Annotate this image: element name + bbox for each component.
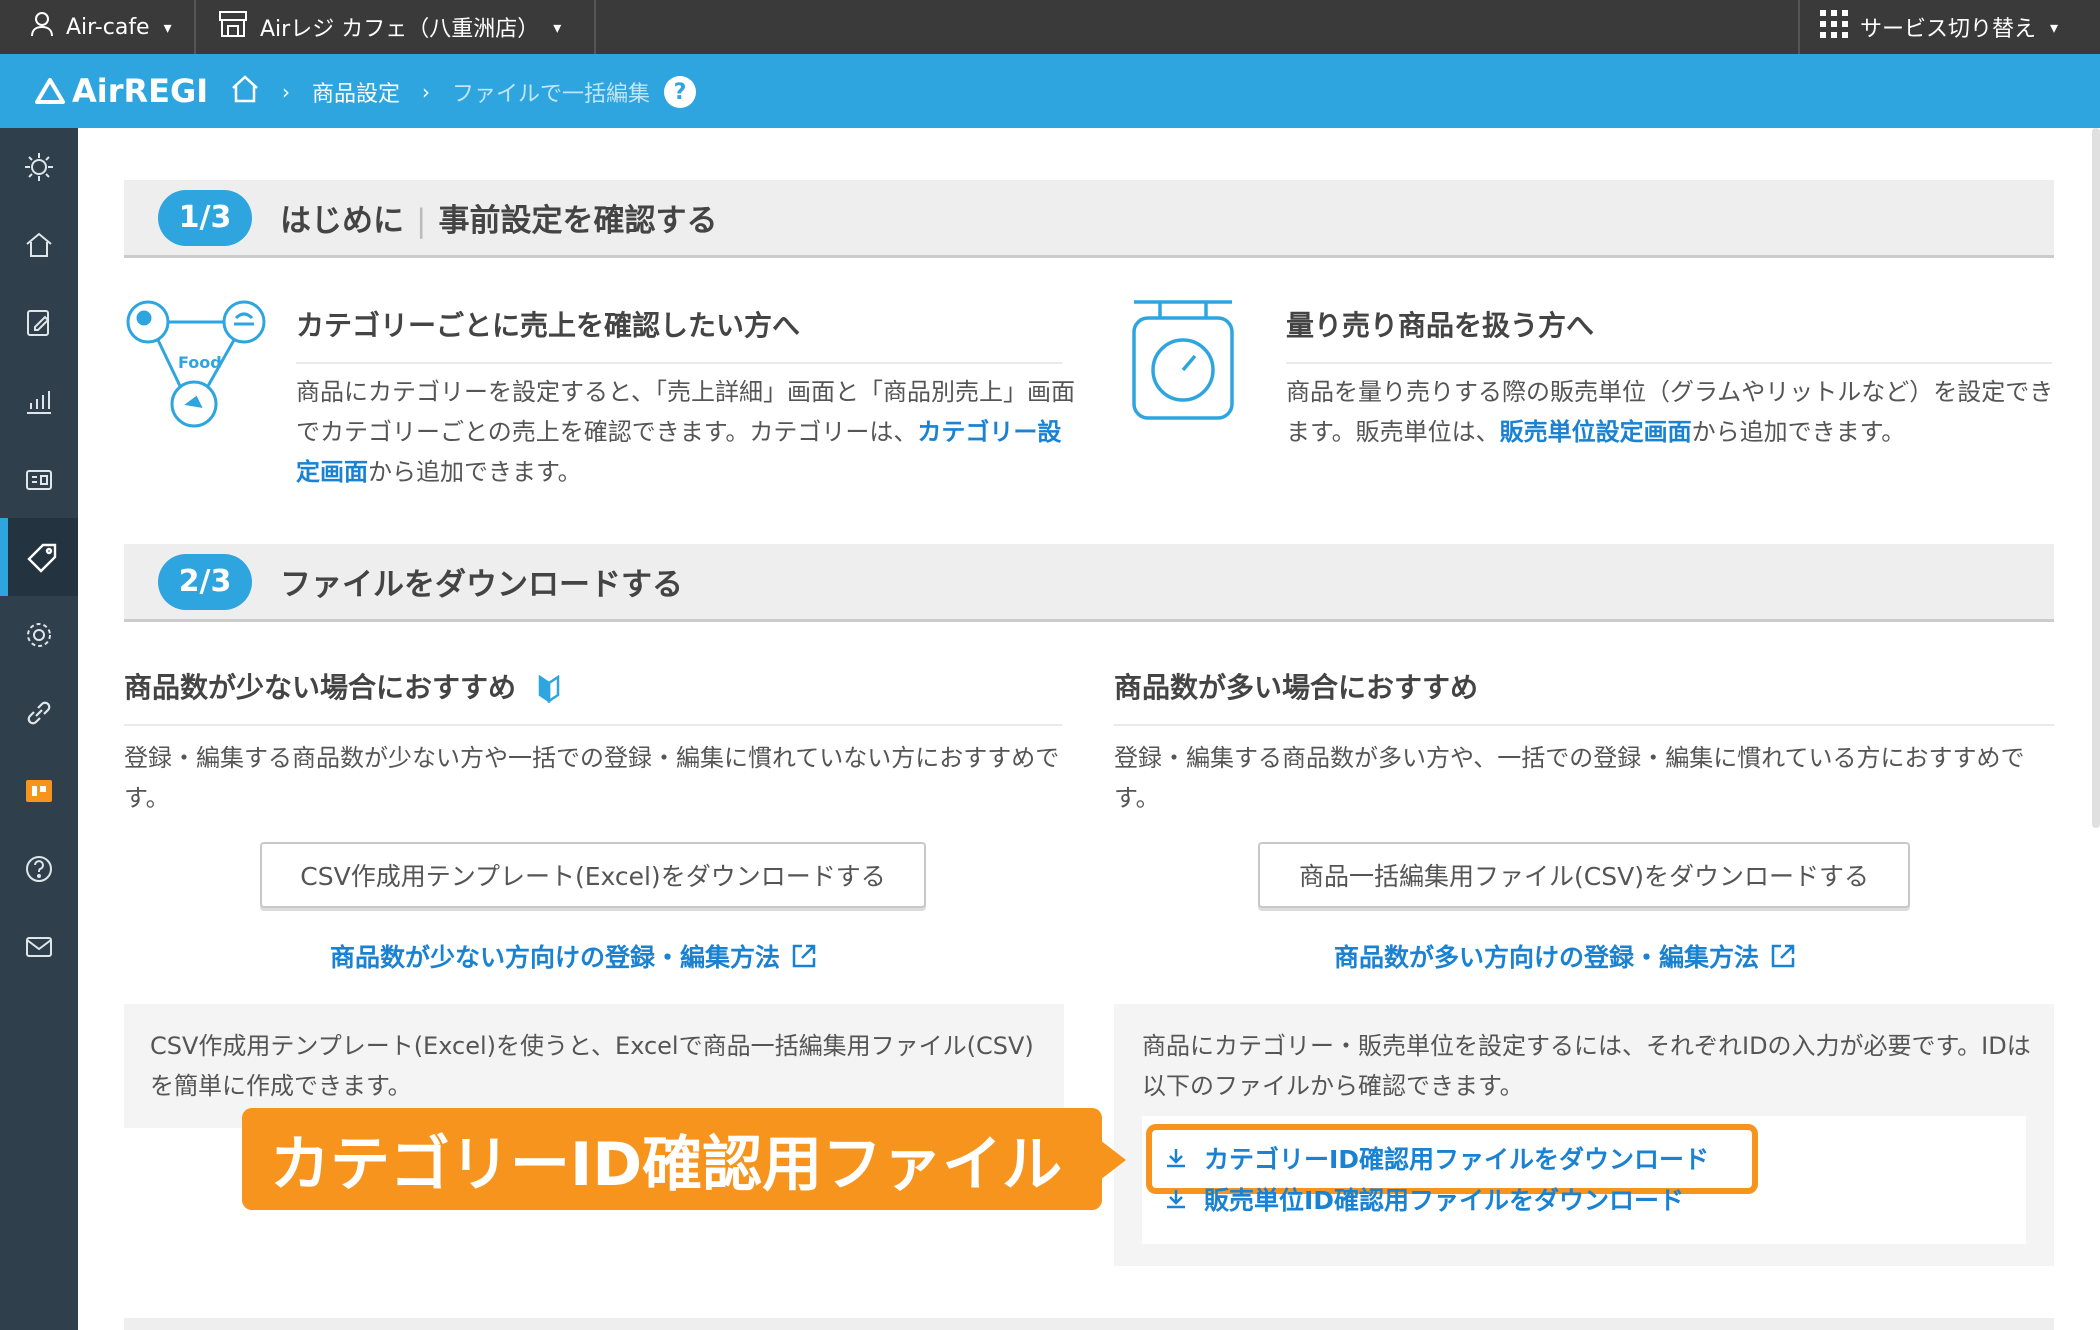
few-products-howto-link[interactable]: 商品数が少ない方向けの登録・編集方法: [330, 938, 818, 974]
many-products-description: 登録・編集する商品数が多い方や、一括での登録・編集に慣れている方におすすめです。: [1114, 744, 2025, 812]
user-icon: [30, 11, 54, 43]
section-1-header: 1/3 はじめに | 事前設定を確認する: [124, 180, 2054, 258]
chevron-right-icon: ›: [422, 80, 431, 104]
chevron-down-icon: ▾: [553, 17, 562, 37]
account-menu[interactable]: Air-cafe ▾: [0, 0, 196, 54]
weight-description: 商品を量り売りする際の販売単位（グラムやリットルなど）を設定できます。販売単位は…: [1286, 372, 2056, 452]
category-illustration: Food: [122, 298, 272, 434]
logo-text: AirREGI: [72, 72, 209, 110]
external-link-icon: [792, 944, 816, 968]
sidebar: [0, 128, 78, 1330]
sidebar-item-app[interactable]: [0, 752, 78, 830]
sidebar-item-link[interactable]: [0, 674, 78, 752]
chart-icon: [27, 391, 51, 414]
title-divider: |: [416, 203, 427, 239]
register-icon: [26, 470, 52, 490]
callout-label: カテゴリーID確認用ファイル: [242, 1108, 1102, 1210]
sidebar-item-chart[interactable]: [0, 362, 78, 440]
app-header: AirREGI › 商品設定 › ファイルで一括編集 ?: [0, 54, 2100, 128]
section-2-title: ファイルをダウンロードする: [280, 567, 683, 603]
step-badge: 2/3: [158, 553, 252, 610]
mail-icon: [26, 937, 52, 957]
airregi-logo[interactable]: AirREGI: [34, 72, 208, 110]
category-description: 商品にカテゴリーを設定すると、「売上詳細」画面と「商品別売上」画面でカテゴリーご…: [296, 372, 1076, 492]
sun-icon: [25, 153, 53, 181]
unit-id-file-link[interactable]: 販売単位ID確認用ファイルをダウンロード: [1164, 1186, 1684, 1212]
few-products-title-text: 商品数が少ない場合におすすめ: [124, 671, 517, 704]
download-csv-button[interactable]: 商品一括編集用ファイル(CSV)をダウンロードする: [1258, 842, 1910, 908]
gear-icon: [27, 623, 51, 647]
top-bar: Air-cafe ▾ Airレジ カフェ（八重洲店） ▾ サービス切り替え ▾: [0, 0, 2100, 54]
section-1-title-sub: 事前設定を確認する: [438, 203, 718, 239]
help-icon[interactable]: ?: [664, 76, 697, 108]
tag-icon: [27, 543, 57, 573]
many-products-howto-link[interactable]: 商品数が多い方向けの登録・編集方法: [1334, 938, 1797, 974]
many-products-note: 商品にカテゴリー・販売単位を設定するには、それぞれIDの入力が必要です。IDは以…: [1142, 1032, 2031, 1100]
scale-illustration: [1130, 298, 1236, 424]
store-icon: [218, 10, 248, 44]
store-name: Airレジ カフェ（八重洲店）: [260, 17, 540, 42]
download-icon: [1167, 1149, 1185, 1168]
section-1-title-main: はじめに: [280, 203, 404, 239]
sidebar-item-mail[interactable]: [0, 908, 78, 986]
many-products-howto-text: 商品数が多い方向けの登録・編集方法: [1334, 943, 1760, 972]
category-id-file-link[interactable]: カテゴリーID確認用ファイルをダウンロード: [1164, 1140, 1709, 1176]
sidebar-item-register[interactable]: [0, 440, 78, 518]
service-switch-label: サービス切り替え: [1860, 17, 2037, 42]
breadcrumb: › 商品設定 › ファイルで一括編集 ?: [230, 74, 697, 110]
app-icon: [26, 780, 52, 802]
grid-icon: [1820, 10, 1848, 44]
weight-block-title: 量り売り商品を扱う方へ: [1286, 304, 2052, 364]
scrollbar[interactable]: [2092, 128, 2100, 828]
next-section-header: [124, 1318, 2054, 1330]
breadcrumb-product-settings[interactable]: 商品設定: [312, 76, 400, 108]
category-block-title: カテゴリーごとに売上を確認したい方へ: [296, 304, 1062, 364]
store-menu[interactable]: Airレジ カフェ（八重洲店） ▾: [198, 0, 596, 54]
external-link-icon: [1771, 944, 1795, 968]
edit-icon: [27, 310, 50, 336]
sidebar-item-help[interactable]: [0, 830, 78, 908]
sidebar-item-sun[interactable]: [0, 128, 78, 206]
sidebar-item-home[interactable]: [0, 206, 78, 284]
section-1-title: はじめに | 事前設定を確認する: [280, 195, 717, 240]
chevron-down-icon: ▾: [2050, 17, 2059, 37]
link-icon: [27, 701, 51, 725]
scale-icon: [1132, 300, 1234, 420]
sidebar-item-settings[interactable]: [0, 596, 78, 674]
few-products-description: 登録・編集する商品数が少ない方や一括での登録・編集に慣れていない方におすすめです…: [124, 744, 1060, 812]
category-text-after: から追加できます。: [368, 458, 582, 486]
few-products-howto-text: 商品数が少ない方向けの登録・編集方法: [330, 943, 781, 972]
beginner-mark-icon: [538, 674, 560, 704]
unit-settings-link[interactable]: 販売単位設定画面: [1500, 418, 1692, 446]
chevron-right-icon: ›: [282, 80, 290, 104]
breadcrumb-current: ファイルで一括編集: [452, 82, 651, 107]
chevron-down-icon: ▾: [163, 17, 172, 37]
account-name: Air-cafe: [66, 14, 150, 40]
home-icon: [26, 232, 52, 257]
few-products-title: 商品数が多い場合におすすめ 商品数が少ない場合におすすめ: [124, 666, 1062, 726]
service-switch-menu[interactable]: サービス切り替え ▾: [1798, 0, 2100, 54]
section-2-header: 2/3 ファイルをダウンロードする: [124, 544, 2054, 622]
category-id-file-text: カテゴリーID確認用ファイルをダウンロード: [1204, 1145, 1710, 1174]
download-icon: [1167, 1190, 1185, 1209]
sidebar-item-edit[interactable]: [0, 284, 78, 362]
home-icon[interactable]: [230, 74, 260, 110]
unit-id-file-text: 販売単位ID確認用ファイルをダウンロード: [1204, 1186, 1685, 1212]
download-template-button[interactable]: CSV作成用テンプレート(Excel)をダウンロードする: [260, 842, 926, 908]
callout-arrow: [1100, 1140, 1126, 1180]
many-products-title: 商品数が多い場合におすすめ: [1114, 666, 2054, 726]
weight-text-after: から追加できます。: [1691, 418, 1906, 446]
food-label: Food: [178, 353, 222, 372]
few-products-note: CSV作成用テンプレート(Excel)を使うと、Excelで商品一括編集用ファイ…: [150, 1032, 1034, 1100]
step-badge: 1/3: [158, 189, 252, 246]
help-circle-icon: [26, 856, 52, 882]
sidebar-item-product-settings[interactable]: [0, 518, 78, 596]
